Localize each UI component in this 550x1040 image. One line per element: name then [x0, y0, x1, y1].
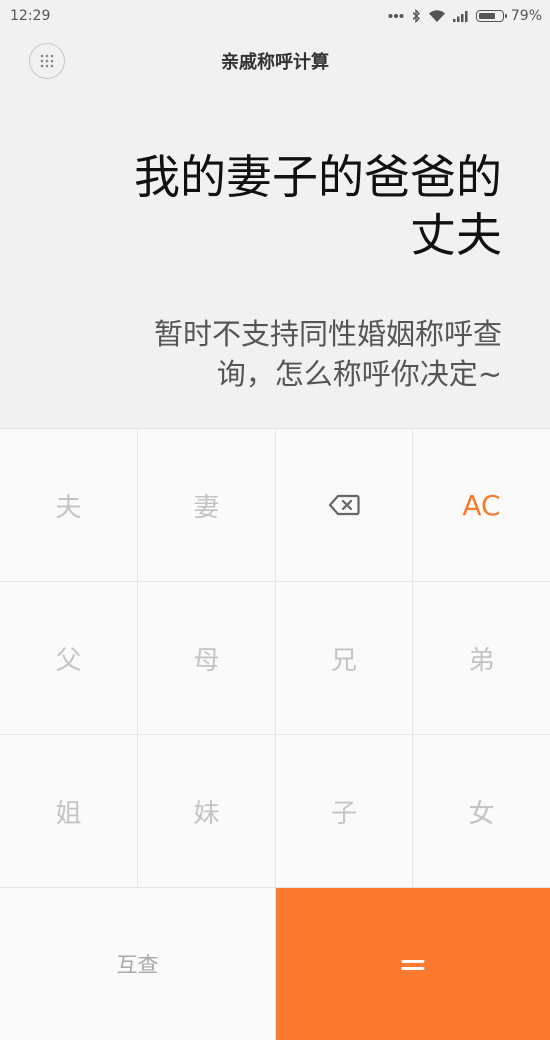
key-equals[interactable]: =: [276, 888, 550, 1040]
status-time: 12:29: [10, 8, 51, 24]
page-title: 亲戚称呼计算: [221, 52, 329, 73]
key-daughter[interactable]: 女: [413, 735, 550, 888]
key-younger-brother[interactable]: 弟: [413, 582, 550, 735]
backspace-icon: [328, 494, 360, 516]
signal-icon: [452, 11, 468, 22]
key-younger-sister[interactable]: 妹: [138, 735, 276, 888]
result-line-1: 我的妻子的爸爸的: [134, 150, 502, 204]
battery-percent: 79%: [510, 8, 542, 24]
more-dots-icon: [388, 14, 404, 18]
key-elder-brother[interactable]: 兄: [276, 582, 413, 735]
key-elder-sister[interactable]: 姐: [0, 735, 138, 888]
result-display: 我的妻子的爸爸的 丈夫: [52, 148, 502, 264]
key-son[interactable]: 子: [276, 735, 413, 888]
battery-icon: [475, 10, 507, 22]
key-father[interactable]: 父: [0, 582, 138, 735]
key-mother[interactable]: 母: [138, 582, 276, 735]
result-line-2: 丈夫: [410, 208, 502, 262]
key-backspace[interactable]: [276, 429, 413, 582]
key-wife[interactable]: 妻: [138, 429, 276, 582]
key-husband[interactable]: 夫: [0, 429, 138, 582]
notice-line-2: 询，怎么称呼你决定~: [216, 357, 502, 391]
status-bar: 12:29 79%: [0, 0, 550, 32]
title-bar: 亲戚称呼计算: [0, 34, 550, 90]
keypad: 夫 妻 AC 父 母 兄 弟 姐 妹 子 女 互查 =: [0, 428, 550, 1040]
notice-line-1: 暂时不支持同性婚姻称呼查: [153, 317, 502, 351]
notice-text: 暂时不支持同性婚姻称呼查 询，怎么称呼你决定~: [82, 314, 502, 394]
status-icons: 79%: [388, 8, 542, 24]
wifi-icon: [428, 10, 445, 22]
key-clear-all[interactable]: AC: [413, 429, 550, 582]
bluetooth-icon: [412, 9, 420, 23]
key-swap-lookup[interactable]: 互查: [0, 888, 276, 1040]
battery-level: [478, 13, 496, 19]
